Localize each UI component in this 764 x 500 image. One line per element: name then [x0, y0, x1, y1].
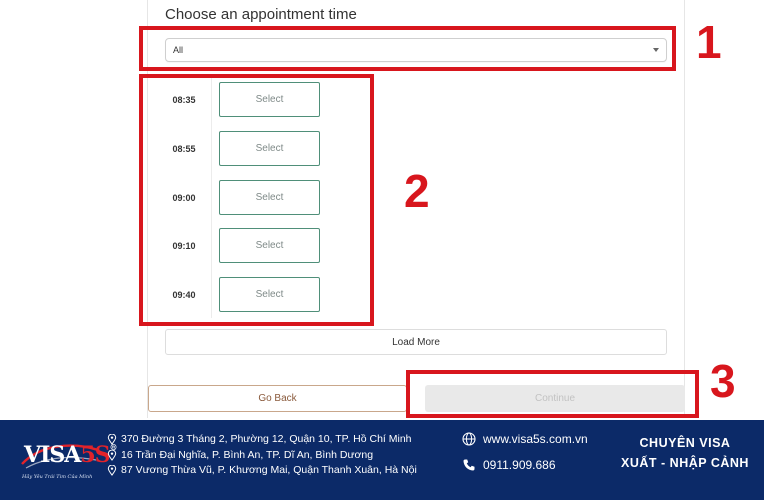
- logo-wordmark: VISA5S®: [24, 442, 118, 468]
- address-line: 87 Vương Thừa Vũ, P. Khương Mai, Quận Th…: [107, 464, 417, 476]
- location-pin-icon: [107, 433, 117, 445]
- phone-contact[interactable]: 0911.909.686: [462, 458, 556, 472]
- website-contact[interactable]: www.visa5s.com.vn: [462, 432, 588, 446]
- address-line: 16 Trần Đại Nghĩa, P. Bình An, TP. Dĩ An…: [107, 449, 373, 461]
- location-pin-icon: [107, 464, 117, 476]
- logo-tagline: Hãy Yêu Trái Tim Của Mình: [22, 474, 93, 480]
- annotation-box-2: [139, 74, 374, 326]
- visa5s-logo: VISA5S® Hãy Yêu Trái Tim Của Mình: [14, 432, 118, 488]
- go-back-button[interactable]: Go Back: [148, 385, 407, 412]
- form-card-right-edge: [684, 0, 685, 418]
- annotation-number-3: 3: [710, 355, 736, 407]
- address-line: 370 Đường 3 Tháng 2, Phường 12, Quận 10,…: [107, 433, 412, 445]
- location-pin-icon: [107, 449, 117, 461]
- screenshot: Choose an appointment time All 08:35 Sel…: [0, 0, 764, 500]
- footer-banner: VISA5S® Hãy Yêu Trái Tim Của Mình 370 Đư…: [0, 420, 764, 500]
- service-tagline-line2: XUẤT - NHẬP CẢNH: [621, 456, 749, 470]
- annotation-box-3: [406, 370, 699, 418]
- load-more-button[interactable]: Load More: [165, 329, 667, 355]
- globe-icon: [462, 432, 476, 446]
- annotation-number-2: 2: [404, 165, 430, 217]
- section-title: Choose an appointment time: [165, 6, 357, 23]
- annotation-box-1: [139, 26, 676, 71]
- annotation-number-1: 1: [696, 16, 722, 68]
- phone-icon: [463, 459, 475, 471]
- service-tagline-line1: CHUYÊN VISA: [639, 436, 731, 450]
